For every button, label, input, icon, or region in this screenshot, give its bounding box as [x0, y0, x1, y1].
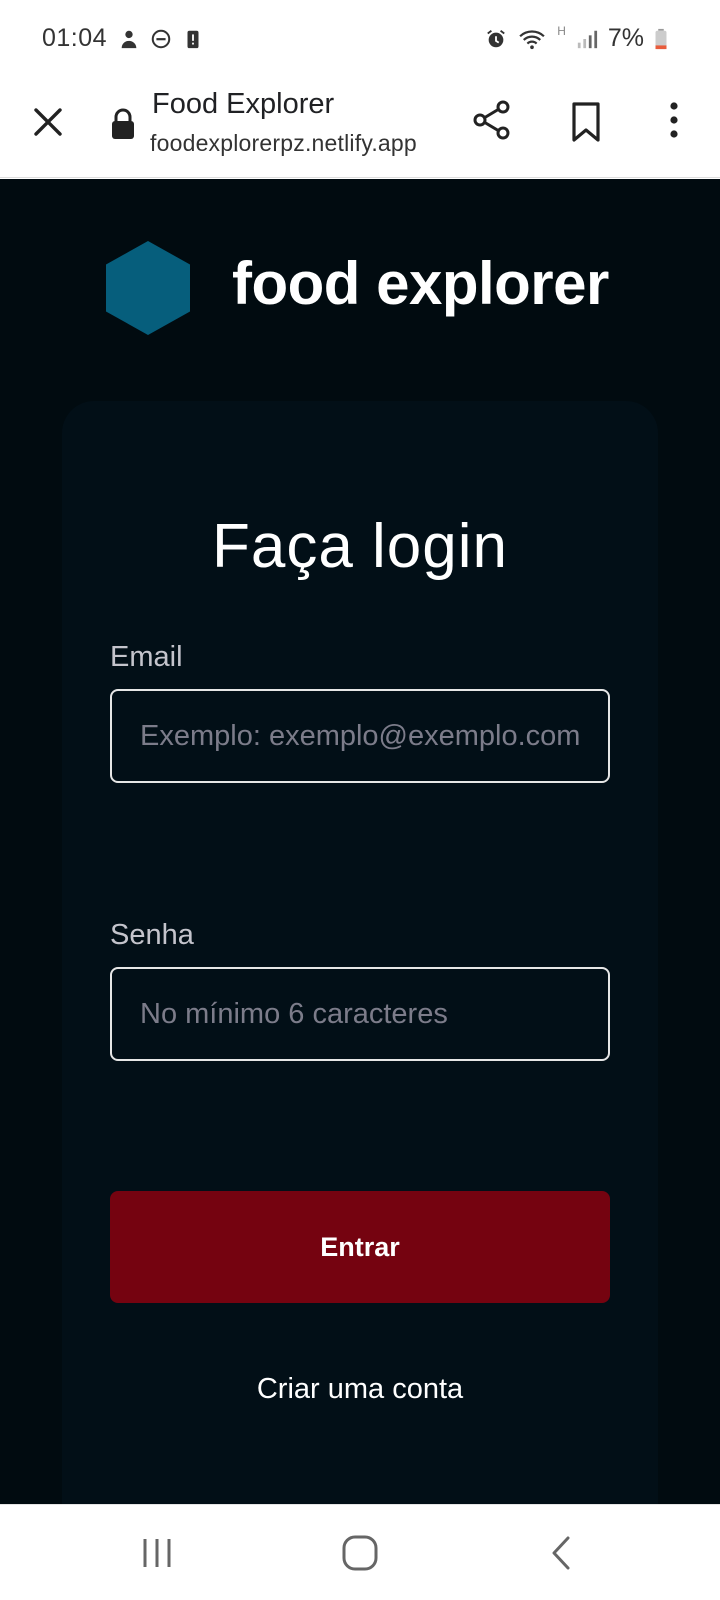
status-system-icons: H 7%	[485, 24, 668, 53]
signal-icon	[577, 30, 597, 48]
page-title[interactable]: Food Explorer	[152, 88, 334, 121]
navigation-bar	[0, 1504, 720, 1600]
lock-icon	[112, 108, 134, 139]
password-label: Senha	[110, 919, 194, 951]
home-icon[interactable]	[338, 1531, 382, 1575]
network-type-label: H	[557, 24, 566, 38]
email-label: Email	[110, 641, 183, 673]
login-button[interactable]: Entrar	[110, 1191, 610, 1303]
close-icon[interactable]	[28, 102, 68, 142]
recent-apps-icon[interactable]	[135, 1531, 179, 1575]
status-notification-icons	[118, 28, 204, 50]
password-field[interactable]	[110, 967, 610, 1061]
app-content: food explorer Faça login Email Senha Ent…	[0, 179, 720, 1504]
email-field[interactable]	[110, 689, 610, 783]
create-account-link[interactable]: Criar uma conta	[62, 1373, 658, 1406]
page-url[interactable]: foodexplorerpz.netlify.app	[150, 130, 417, 157]
login-card: Faça login Email Senha Entrar Criar uma …	[62, 401, 658, 1504]
bookmark-icon[interactable]	[566, 100, 606, 144]
hexagon-logo-icon	[106, 241, 190, 335]
status-bar: 01:04 H 7%	[0, 0, 720, 80]
status-time: 01:04	[42, 24, 108, 52]
logo: food explorer	[106, 241, 609, 335]
more-options-icon[interactable]	[654, 98, 694, 142]
battery-alert-icon	[187, 30, 199, 49]
wifi-icon	[519, 29, 545, 49]
back-icon[interactable]	[540, 1531, 584, 1575]
logo-text: food explorer	[232, 250, 609, 317]
do-not-disturb-icon	[151, 29, 171, 49]
battery-icon	[655, 28, 667, 49]
share-icon[interactable]	[470, 98, 514, 142]
battery-percent: 7%	[607, 24, 644, 52]
browser-toolbar: Food Explorer foodexplorerpz.netlify.app	[0, 80, 720, 178]
login-title: Faça login	[211, 512, 509, 581]
alarm-icon	[487, 29, 505, 47]
profile-sync-icon	[121, 30, 137, 49]
